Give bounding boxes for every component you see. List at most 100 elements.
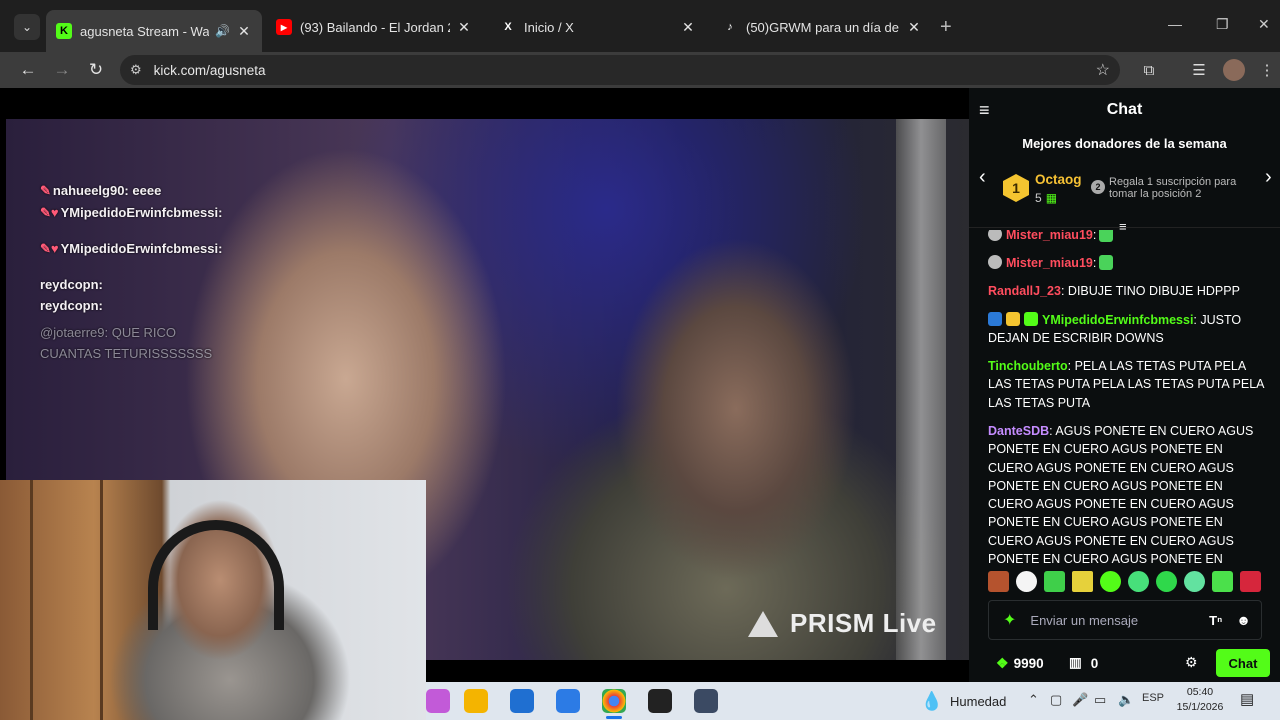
emote-icon[interactable] [1212, 570, 1233, 592]
recorder-app-icon[interactable] [694, 689, 718, 713]
chevron-right-icon[interactable]: › [1265, 166, 1272, 189]
menu-kebab-icon[interactable]: ⋮ [1256, 59, 1278, 81]
chat-username[interactable]: RandallJ_23 [988, 284, 1061, 298]
volume-icon[interactable]: 🔈 [1118, 692, 1134, 708]
forward-icon[interactable]: → [50, 58, 74, 82]
address-bar[interactable]: ⚙ kick.com/agusneta ☆ [120, 55, 1120, 85]
minimize-icon[interactable]: — [1168, 16, 1182, 32]
tab-x[interactable]: X Inicio / X ✕ [490, 10, 706, 44]
close-tab-icon[interactable]: ✕ [236, 23, 252, 40]
back-icon[interactable]: ← [16, 58, 40, 82]
outlook-app-icon[interactable] [556, 689, 580, 713]
new-tab-icon[interactable]: + [940, 16, 952, 39]
water-drop-icon: 💧 [920, 690, 944, 711]
chat-panel: ≡ Chat Mejores donadores de la semana ‹ … [969, 88, 1280, 682]
cam-door-edge [30, 480, 33, 720]
text-format-icon[interactable]: Tⁿ [1209, 613, 1222, 628]
donor-rank-badge: 1 [1003, 174, 1029, 202]
overlay-chat-line: ✎ nahueelg90: eeee [40, 183, 162, 198]
tab-title: (50)GRWM para un día de frío > [746, 19, 900, 35]
club-badge-icon [988, 255, 1002, 269]
send-chat-button[interactable]: Chat [1216, 649, 1270, 677]
chat-message: Tinchouberto: PELA LAS TETAS PUTA PELA L… [988, 359, 1264, 410]
emote-icon[interactable] [1072, 570, 1093, 592]
gift-sub-hint: Regala 1 suscripción para tomar la posic… [1109, 176, 1237, 200]
weather-label[interactable]: Humedad [950, 694, 1006, 709]
emote-icon[interactable] [1016, 570, 1037, 592]
heart-badge-icon: ✎♥ [40, 241, 59, 256]
tab-youtube[interactable]: ▶ (93) Bailando - El Jordan 23 / St ✕ [266, 10, 482, 44]
emote-icon[interactable] [1156, 570, 1177, 592]
club-badge-icon [988, 230, 1002, 241]
emote-icon[interactable] [1184, 570, 1205, 592]
tiktok-icon: ♪ [727, 21, 733, 33]
emote-icon[interactable] [1100, 570, 1121, 592]
overlay-chat-line: @jotaerre9: QUE RICO [40, 325, 177, 340]
chat-username[interactable]: YMipedidoErwinfcbmessi [1042, 313, 1193, 327]
tab-kick[interactable]: K agusneta Stream - Watch Li 🔊 ✕ [46, 10, 262, 52]
kicks-balance[interactable]: ❖ 9990 [996, 655, 1044, 672]
store-app-icon[interactable] [510, 689, 534, 713]
restore-icon[interactable]: ❐ [1216, 16, 1229, 33]
chat-message-input[interactable]: ✦ Enviar un mensaje Tⁿ ☻ [988, 600, 1262, 640]
pencil-badge-icon: ✎ [40, 183, 51, 198]
microphone-icon[interactable]: 🎤 [1072, 692, 1088, 708]
extensions-icon[interactable]: ⧉ [1138, 59, 1160, 81]
emoji-picker-icon[interactable]: ☻ [1236, 612, 1251, 628]
taskbar-clock[interactable]: 05:40 15/1/2026 [1170, 685, 1230, 715]
media-controls-icon[interactable]: ☰ [1188, 59, 1210, 81]
chat-message: Mister_miau19: [988, 254, 1264, 272]
tray-chevron-icon[interactable]: ⌃ [1028, 692, 1039, 708]
tab-search-button[interactable]: ⌄ [14, 14, 40, 40]
windows-taskbar: 💧 Humedad ⌃ ▢ 🎤 ▭ 🔈 ESP [426, 682, 1280, 720]
emote-icon[interactable] [988, 570, 1009, 592]
speaker-icon[interactable]: 🔊 [215, 24, 230, 38]
chat-username[interactable]: Tinchouberto [988, 359, 1068, 373]
chat-message: Mister_miau19: [988, 230, 1264, 244]
donor-name[interactable]: Octaog [1035, 172, 1082, 187]
chevron-left-icon[interactable]: ‹ [979, 166, 986, 189]
chrome-app-icon[interactable] [602, 689, 626, 713]
chat-message: DanteSDB: AGUS PONETE EN CUERO AGUS PONE… [988, 424, 1254, 564]
profile-avatar[interactable] [1223, 59, 1245, 81]
emote-icon [1099, 255, 1114, 270]
bookmark-star-icon[interactable]: ☆ [1096, 60, 1110, 80]
emote-icon[interactable] [1240, 570, 1261, 592]
chat-settings-icon[interactable]: ⚙ [1185, 654, 1198, 671]
close-tab-icon[interactable]: ✕ [906, 19, 922, 36]
notification-icon[interactable]: ▤ [1240, 690, 1254, 708]
heart-badge-icon: ✎♥ [40, 205, 59, 220]
chat-input-placeholder: Enviar un mensaje [1030, 612, 1139, 628]
language-indicator[interactable]: ESP [1142, 692, 1164, 704]
reload-icon[interactable]: ↻ [84, 58, 108, 82]
network-icon[interactable]: ▭ [1094, 692, 1106, 708]
close-tab-icon[interactable]: ✕ [680, 19, 696, 36]
kicks-icon: ❖ [996, 655, 1009, 671]
video-background-pole [896, 119, 946, 660]
tab-title: (93) Bailando - El Jordan 23 / St [300, 19, 450, 35]
moderator-badge-icon [988, 312, 1002, 326]
emote-icon[interactable] [1044, 570, 1065, 592]
headset-shape [148, 520, 284, 630]
site-info-icon[interactable]: ⚙ [130, 62, 142, 78]
emote-icon [1099, 230, 1114, 242]
emote-icon[interactable] [1128, 570, 1149, 592]
chat-username[interactable]: Mister_miau19 [1006, 230, 1093, 242]
divider [969, 227, 1280, 228]
tray-app-icon[interactable]: ▢ [1050, 692, 1062, 708]
close-tab-icon[interactable]: ✕ [456, 19, 472, 36]
file-explorer-icon[interactable] [464, 689, 488, 713]
prism-live-watermark: PRISM Live [748, 608, 937, 639]
chat-message: RandallJ_23: DIBUJE TINO DIBUJE HDPPP [988, 284, 1240, 298]
copilot-app-icon[interactable] [426, 689, 450, 713]
donor-rank-2-badge: 2 [1091, 180, 1105, 194]
webcam-overlay [0, 480, 426, 720]
chat-username[interactable]: DanteSDB [988, 424, 1049, 438]
chat-username[interactable]: Mister_miau19 [1006, 256, 1093, 270]
close-window-icon[interactable]: ✕ [1258, 16, 1270, 33]
crown-badge-icon [1006, 312, 1020, 326]
browser-toolbar: ← → ↻ ⚙ kick.com/agusneta ☆ ⧉ ☰ ⋮ [0, 52, 1280, 88]
tab-tiktok[interactable]: ♪ (50)GRWM para un día de frío > ✕ [712, 10, 932, 44]
subs-count[interactable]: ▥ 0 [1069, 655, 1098, 671]
obs-app-icon[interactable] [648, 689, 672, 713]
